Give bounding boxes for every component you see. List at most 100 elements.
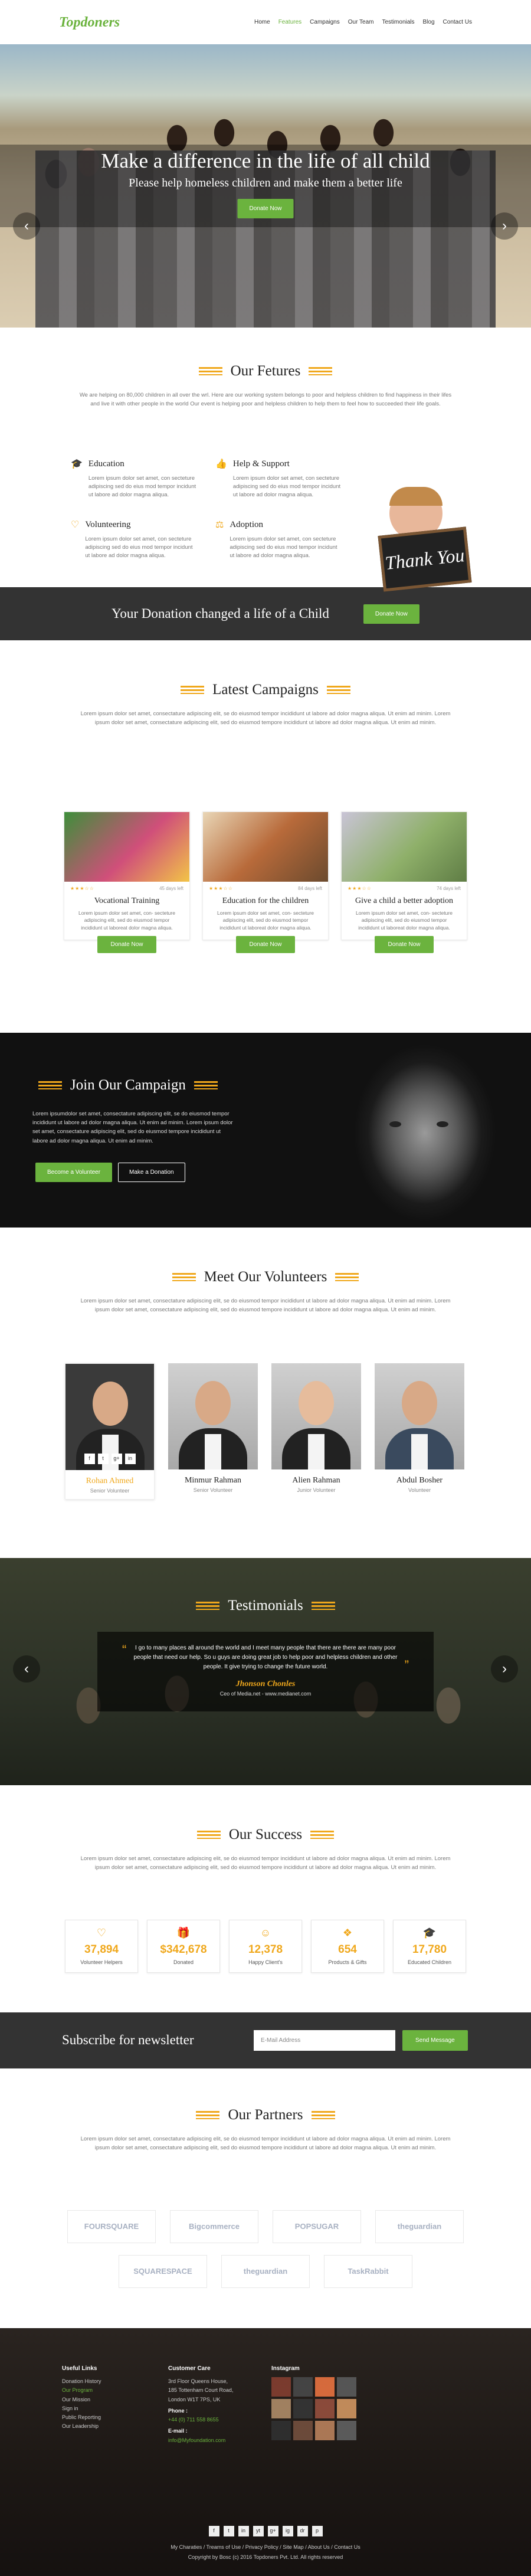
rating-stars: ★★★☆☆ bbox=[348, 886, 372, 891]
volunteer-cards: f t g+ in Rohan Ahmed Senior Volunteer M… bbox=[65, 1363, 466, 1500]
testimonial-next-icon[interactable]: › bbox=[491, 1655, 518, 1683]
nav-blog[interactable]: Blog bbox=[423, 18, 435, 27]
features-section: Our Fetures We are helping on 80,000 chi… bbox=[0, 328, 531, 592]
partner-logo-taskrabbit[interactable]: TaskRabbit bbox=[324, 2255, 412, 2288]
linkedin-icon[interactable]: in bbox=[124, 1454, 136, 1464]
title-ornament-left bbox=[196, 2110, 220, 2119]
slider-prev-icon[interactable]: ‹ bbox=[13, 212, 40, 240]
volunteer-card[interactable]: Alien Rahman Junior Volunteer bbox=[271, 1363, 361, 1500]
features-title: Our Fetures bbox=[230, 363, 301, 379]
nav-home[interactable]: Home bbox=[254, 18, 270, 27]
pinterest-icon[interactable]: p bbox=[312, 2526, 323, 2536]
site-logo[interactable]: Topdoners bbox=[59, 12, 120, 33]
campaign-donate-button[interactable]: Donate Now bbox=[236, 935, 295, 953]
heart-icon: ♡ bbox=[96, 1927, 107, 1939]
join-title: Join Our Campaign bbox=[70, 1077, 186, 1093]
instagram-photo[interactable] bbox=[271, 2421, 291, 2440]
thank-you-board: Thank You bbox=[378, 526, 472, 592]
feature-adoption: ⚖ Adoption Lorem ipsum dolor set amet, c… bbox=[215, 518, 342, 560]
instagram-photo[interactable] bbox=[315, 2399, 335, 2418]
campaign-donate-button[interactable]: Donate Now bbox=[97, 935, 156, 953]
title-ornament-right bbox=[309, 366, 333, 375]
footer-phone[interactable]: +44 (0) 711 558 8655 bbox=[168, 2415, 233, 2424]
nav-testimonials[interactable]: Testimonials bbox=[382, 18, 414, 27]
footer-heading: Instagram bbox=[271, 2365, 300, 2372]
days-left: 45 days left bbox=[159, 886, 183, 891]
facebook-icon[interactable]: f bbox=[84, 1454, 95, 1464]
newsletter-email-input[interactable]: E-Mail Address bbox=[254, 2030, 395, 2051]
partner-logo-foursquare[interactable]: FOURSQUARE bbox=[67, 2210, 156, 2243]
partner-logo-popsugar[interactable]: POPSUGAR bbox=[273, 2210, 361, 2243]
footer-link[interactable]: Public Reporting bbox=[62, 2413, 101, 2422]
twitter-icon[interactable]: t bbox=[223, 2526, 234, 2536]
footer-email[interactable]: info@Myfoundation.com bbox=[168, 2436, 233, 2445]
youtube-icon[interactable]: yt bbox=[253, 2526, 264, 2536]
main-nav: Home Features Campaigns Our Team Testimo… bbox=[254, 18, 472, 27]
instagram-photo[interactable] bbox=[337, 2421, 356, 2440]
partner-logo-guardian-2[interactable]: theguardian bbox=[221, 2255, 310, 2288]
partner-logo-bigcommerce[interactable]: Bigcommerce bbox=[170, 2210, 258, 2243]
instagram-photo[interactable] bbox=[337, 2399, 356, 2418]
instagram-photo[interactable] bbox=[271, 2377, 291, 2397]
partners-lead: Lorem ipsum dolor set amet, consectature… bbox=[80, 2135, 451, 2151]
footer-link[interactable]: Donation History bbox=[62, 2377, 101, 2386]
instagram-photo[interactable] bbox=[271, 2399, 291, 2418]
stat-card: ☺ 12,378 Happy Client's bbox=[229, 1920, 302, 1973]
instagram-photo[interactable] bbox=[293, 2377, 313, 2397]
google-plus-icon[interactable]: g+ bbox=[111, 1454, 122, 1464]
footer-address-line: 3rd Floor Queens House, bbox=[168, 2378, 228, 2384]
title-ornament-right bbox=[194, 1081, 218, 1089]
volunteer-photo bbox=[168, 1363, 258, 1469]
footer-link[interactable]: Sign in bbox=[62, 2404, 101, 2413]
twitter-icon[interactable]: t bbox=[97, 1454, 109, 1464]
facebook-icon[interactable]: f bbox=[208, 2526, 219, 2536]
campaign-donate-button[interactable]: Donate Now bbox=[375, 935, 434, 953]
partner-logo-squarespace[interactable]: SQUARESPACE bbox=[119, 2255, 207, 2288]
become-volunteer-button[interactable]: Become a Volunteer bbox=[35, 1163, 113, 1182]
testimonial-author-role: Ceo of Media.net - www.medianet.com bbox=[219, 1691, 312, 1697]
volunteers-title: Meet Our Volunteers bbox=[204, 1269, 327, 1285]
newsletter-send-button[interactable]: Send Message bbox=[402, 2030, 468, 2051]
footer-link[interactable]: Our Program bbox=[62, 2386, 101, 2395]
volunteer-card[interactable]: Minmur Rahman Senior Volunteer bbox=[168, 1363, 258, 1500]
instagram-photo[interactable] bbox=[315, 2377, 335, 2397]
instagram-photo[interactable] bbox=[293, 2421, 313, 2440]
nav-contact[interactable]: Contact Us bbox=[443, 18, 472, 27]
stat-number: 654 bbox=[338, 1943, 357, 1956]
graduation-icon: 🎓 bbox=[422, 1927, 437, 1939]
campaign-card: ★★★☆☆ 74 days left Give a child a better … bbox=[341, 811, 467, 953]
footer-link[interactable]: Our Mission bbox=[62, 2395, 101, 2404]
instagram-photo[interactable] bbox=[293, 2399, 313, 2418]
volunteer-card[interactable]: Abdul Bosher Volunteer bbox=[375, 1363, 464, 1500]
days-left: 74 days left bbox=[437, 886, 461, 891]
nav-features[interactable]: Features bbox=[278, 18, 301, 27]
make-donation-button[interactable]: Make a Donation bbox=[118, 1163, 185, 1182]
instagram-photo[interactable] bbox=[337, 2377, 356, 2397]
nav-our-team[interactable]: Our Team bbox=[348, 18, 374, 27]
footer-email-label: E-mail : bbox=[168, 2428, 188, 2434]
footer-link[interactable]: Our Leadership bbox=[62, 2422, 101, 2431]
donation-band-button[interactable]: Donate Now bbox=[363, 604, 419, 624]
slider-next-icon[interactable]: › bbox=[491, 212, 518, 240]
testimonial-prev-icon[interactable]: ‹ bbox=[13, 1655, 40, 1683]
partner-logo-guardian[interactable]: theguardian bbox=[375, 2210, 464, 2243]
dribbble-icon[interactable]: dr bbox=[297, 2526, 308, 2536]
testimonial-author: Jhonson Chonles bbox=[235, 1680, 296, 1688]
hero-donate-button[interactable]: Donate Now bbox=[237, 199, 294, 218]
title-ornament-left bbox=[196, 1830, 221, 1839]
footer-links[interactable]: My Charaties / Treams of Use / Privacy P… bbox=[0, 2544, 531, 2552]
instagram-photo[interactable] bbox=[315, 2421, 335, 2440]
thumbs-up-icon: 👍 bbox=[215, 459, 227, 469]
stat-card: 🎓 17,780 Educated Children bbox=[393, 1920, 466, 1973]
stat-label: Happy Client's bbox=[248, 1959, 283, 1965]
google-plus-icon[interactable]: g+ bbox=[267, 2526, 278, 2536]
instagram-gallery bbox=[271, 2377, 356, 2440]
volunteer-card[interactable]: f t g+ in Rohan Ahmed Senior Volunteer bbox=[65, 1363, 155, 1500]
nav-campaigns[interactable]: Campaigns bbox=[310, 18, 340, 27]
linkedin-icon[interactable]: in bbox=[238, 2526, 249, 2536]
testimonial-text: I go to many places all around the world… bbox=[133, 1645, 398, 1670]
instagram-icon[interactable]: ig bbox=[282, 2526, 293, 2536]
title-ornament-right bbox=[311, 2110, 335, 2119]
feature-text: Lorem ipsum dolor set amet, con sectetur… bbox=[85, 535, 193, 559]
volunteer-photo bbox=[271, 1363, 361, 1469]
